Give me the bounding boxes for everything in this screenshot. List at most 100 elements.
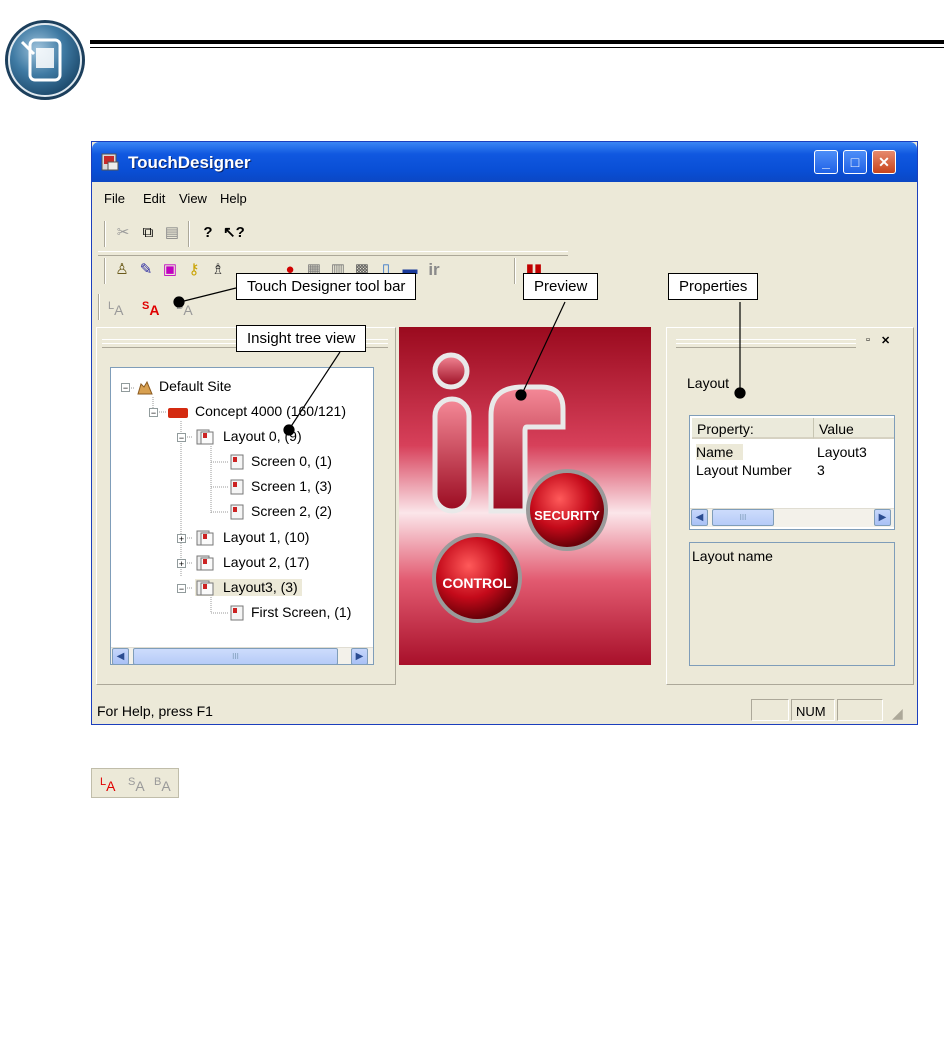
resize-grip-icon[interactable]: ◢ — [892, 705, 903, 722]
status-bar: For Help, press F1 NUM ◢ — [92, 691, 917, 724]
toolbar-separator — [98, 294, 100, 320]
toolbar-separator — [104, 221, 106, 247]
mini-layout-button[interactable]: LA — [100, 772, 115, 794]
touch-panel-logo-icon — [5, 20, 85, 100]
toolbar-separator — [514, 258, 516, 284]
callout-preview: Preview — [523, 273, 599, 300]
window-title: TouchDesigner — [128, 153, 251, 172]
tree-horizontal-scrollbar[interactable]: ◀ III ▶ — [111, 647, 373, 664]
tree-item-site[interactable]: Default Site — [137, 378, 231, 395]
layout-icon — [196, 530, 214, 546]
property-name-cell[interactable]: Layout Number — [696, 462, 792, 478]
properties-horizontal-scrollbar[interactable]: ◀ III ▶ — [690, 508, 894, 527]
menu-help[interactable]: Help — [220, 191, 247, 206]
menu-view[interactable]: View — [179, 191, 207, 206]
add-layout-button[interactable]: LA — [108, 296, 123, 318]
tree-collapse-toggle[interactable]: − — [149, 408, 158, 418]
tree-collapse-toggle[interactable]: − — [177, 584, 186, 594]
layout-icon — [196, 429, 214, 445]
tree-expand-toggle[interactable]: + — [177, 534, 186, 544]
screen-icon — [230, 479, 244, 495]
header-rule-thin — [90, 47, 944, 48]
person-tool-icon[interactable]: ♙ — [112, 260, 132, 280]
status-pane-scroll — [837, 699, 883, 721]
property-value-cell[interactable]: Layout3 — [817, 444, 867, 460]
preview-image: SECURITY CONTROL — [399, 327, 651, 665]
touchdesigner-window: TouchDesigner _ □ ✕ File Edit View Help … — [91, 141, 918, 725]
property-value-cell[interactable]: 3 — [817, 462, 825, 478]
tree-expand-toggle[interactable]: + — [177, 559, 186, 569]
security-button-graphic: SECURITY — [526, 469, 608, 551]
scroll-thumb[interactable]: III — [712, 509, 774, 526]
callout-properties: Properties — [668, 273, 759, 300]
properties-section-label: Layout — [687, 375, 730, 391]
tree-item-layout-selected[interactable]: Layout3, (3) — [195, 579, 302, 597]
column-header-property[interactable]: Property: — [692, 418, 814, 439]
scroll-right-button[interactable]: ▶ — [874, 509, 891, 526]
tree-item-layout[interactable]: Layout 0, (9) — [195, 428, 302, 445]
add-button-button[interactable]: BA — [176, 296, 193, 318]
properties-panel-grip[interactable] — [676, 343, 856, 348]
status-text: For Help, press F1 — [97, 703, 213, 719]
callout-tree-view: Insight tree view — [236, 325, 367, 352]
copy-icon[interactable]: ⧉ — [138, 223, 158, 243]
tree-collapse-toggle[interactable]: − — [121, 383, 130, 393]
cut-icon[interactable]: ✂ — [113, 223, 133, 243]
tree-item-screen[interactable]: Screen 0, (1) — [229, 453, 332, 470]
control-label: CONTROL — [442, 575, 512, 591]
layout-icon — [196, 580, 214, 596]
control-button-graphic: CONTROL — [432, 533, 522, 623]
mini-layout-toolbar: LA SA BA — [91, 768, 179, 798]
ir-tool-icon[interactable]: ir — [424, 260, 444, 280]
preview-pane[interactable]: SECURITY CONTROL — [399, 327, 651, 665]
tree-item-screen[interactable]: First Screen, (1) — [229, 604, 351, 621]
mini-button-button[interactable]: BA — [154, 772, 171, 794]
panel-restore-icon[interactable]: ▫ — [866, 334, 870, 346]
app-icon — [101, 153, 119, 171]
standard-toolbar: ✂ ⧉ ▤ ? ↖? — [98, 219, 288, 249]
screen-icon — [230, 605, 244, 621]
add-screen-button[interactable]: SA — [142, 296, 159, 318]
minimize-button[interactable]: _ — [814, 150, 838, 174]
pen-tool-icon[interactable]: ✎ — [136, 260, 156, 280]
scroll-left-button[interactable]: ◀ — [691, 509, 708, 526]
tree-item-layout[interactable]: Layout 1, (10) — [195, 529, 309, 546]
layout-toolbar: LA SA BA — [98, 292, 208, 322]
close-button[interactable]: ✕ — [872, 150, 896, 174]
menu-file[interactable]: File — [104, 191, 125, 206]
scroll-right-button[interactable]: ▶ — [351, 648, 368, 664]
layout-icon — [196, 555, 214, 571]
screen-icon — [230, 454, 244, 470]
tree-item-screen[interactable]: Screen 1, (3) — [229, 478, 332, 495]
site-icon — [137, 381, 153, 395]
figure-tool-icon[interactable]: ♗ — [208, 260, 228, 280]
status-pane-caps — [751, 699, 789, 721]
key-tool-icon[interactable]: ⚷ — [184, 260, 204, 280]
panel-close-icon[interactable]: ✕ — [881, 334, 890, 347]
scroll-thumb[interactable]: III — [133, 648, 338, 664]
toolbar-separator — [188, 221, 190, 247]
help-icon[interactable]: ? — [198, 223, 218, 243]
panel-icon — [168, 408, 188, 419]
tree-collapse-toggle[interactable]: − — [177, 433, 186, 443]
maximize-button[interactable]: □ — [843, 150, 867, 174]
properties-grid[interactable]: Property: Value Name Layout3 Layout Numb… — [689, 415, 895, 530]
tree-item-screen[interactable]: Screen 2, (2) — [229, 503, 332, 520]
menu-edit[interactable]: Edit — [143, 191, 165, 206]
tree-item-layout[interactable]: Layout 2, (17) — [195, 554, 309, 571]
context-help-icon[interactable]: ↖? — [223, 223, 245, 243]
mini-screen-button[interactable]: SA — [128, 772, 145, 794]
header-rule-thick — [90, 40, 944, 44]
paste-icon[interactable]: ▤ — [162, 223, 182, 243]
insight-tree-view[interactable]: − − − + + − Default Site Concept 4000 (1… — [110, 367, 374, 665]
toolbar-separator — [104, 258, 106, 284]
frame-tool-icon[interactable]: ▣ — [160, 260, 180, 280]
property-description: Layout name — [689, 542, 895, 666]
tree-item-panel[interactable]: Concept 4000 (160/121) — [167, 403, 346, 420]
column-header-value[interactable]: Value — [814, 418, 894, 439]
status-pane-num: NUM — [791, 699, 835, 721]
security-label: SECURITY — [534, 508, 600, 523]
scroll-left-button[interactable]: ◀ — [112, 648, 129, 664]
property-name-cell[interactable]: Name — [696, 444, 744, 460]
title-bar[interactable]: TouchDesigner _ □ ✕ — [92, 142, 917, 182]
